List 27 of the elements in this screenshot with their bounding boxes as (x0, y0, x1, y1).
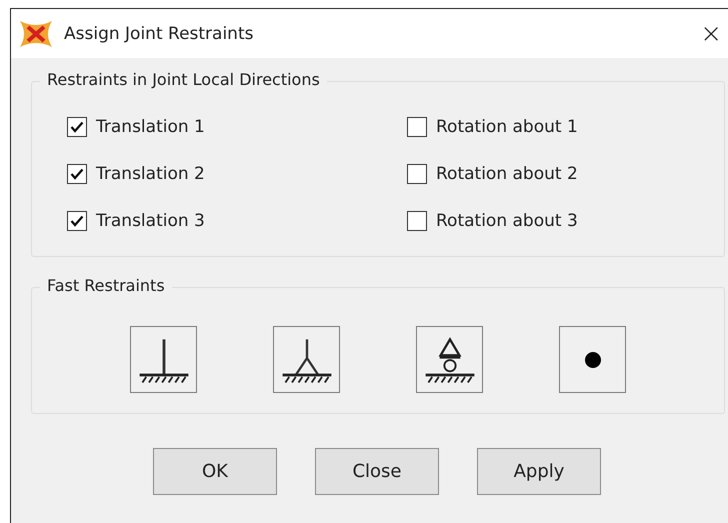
checkbox[interactable] (67, 164, 87, 184)
checkbox[interactable] (67, 210, 87, 230)
restraint-button[interactable] (416, 326, 483, 393)
restraint-button[interactable] (559, 326, 626, 393)
checkbox[interactable] (407, 164, 427, 184)
checkbox-label: Rotation about 1 (436, 116, 578, 136)
window-title: Assign Joint Restraints (64, 24, 254, 44)
checkmark-icon (70, 214, 84, 226)
group-title: Restraints in Joint Local Directions (40, 70, 327, 89)
restraint-button[interactable] (273, 326, 340, 393)
checkbox-label: Translation 1 (96, 116, 205, 136)
dialog-button[interactable]: Close (315, 448, 439, 495)
checkmark-icon (70, 120, 84, 132)
checkmark-icon (70, 168, 84, 180)
checkbox[interactable] (407, 116, 427, 136)
checkbox-label: Translation 3 (96, 210, 205, 230)
restraint-button[interactable] (130, 326, 197, 393)
dialog-button[interactable]: OK (153, 448, 277, 495)
checkbox[interactable] (407, 210, 427, 230)
dialog-button[interactable]: Apply (477, 448, 601, 495)
close-button[interactable]: × (694, 20, 728, 46)
checkbox[interactable] (67, 116, 87, 136)
checkbox-label: Rotation about 3 (436, 210, 578, 230)
app-logo-icon (18, 18, 54, 48)
checkbox-label: Rotation about 2 (436, 164, 578, 184)
dot-icon (584, 350, 602, 368)
checkbox-label: Translation 2 (96, 164, 205, 184)
